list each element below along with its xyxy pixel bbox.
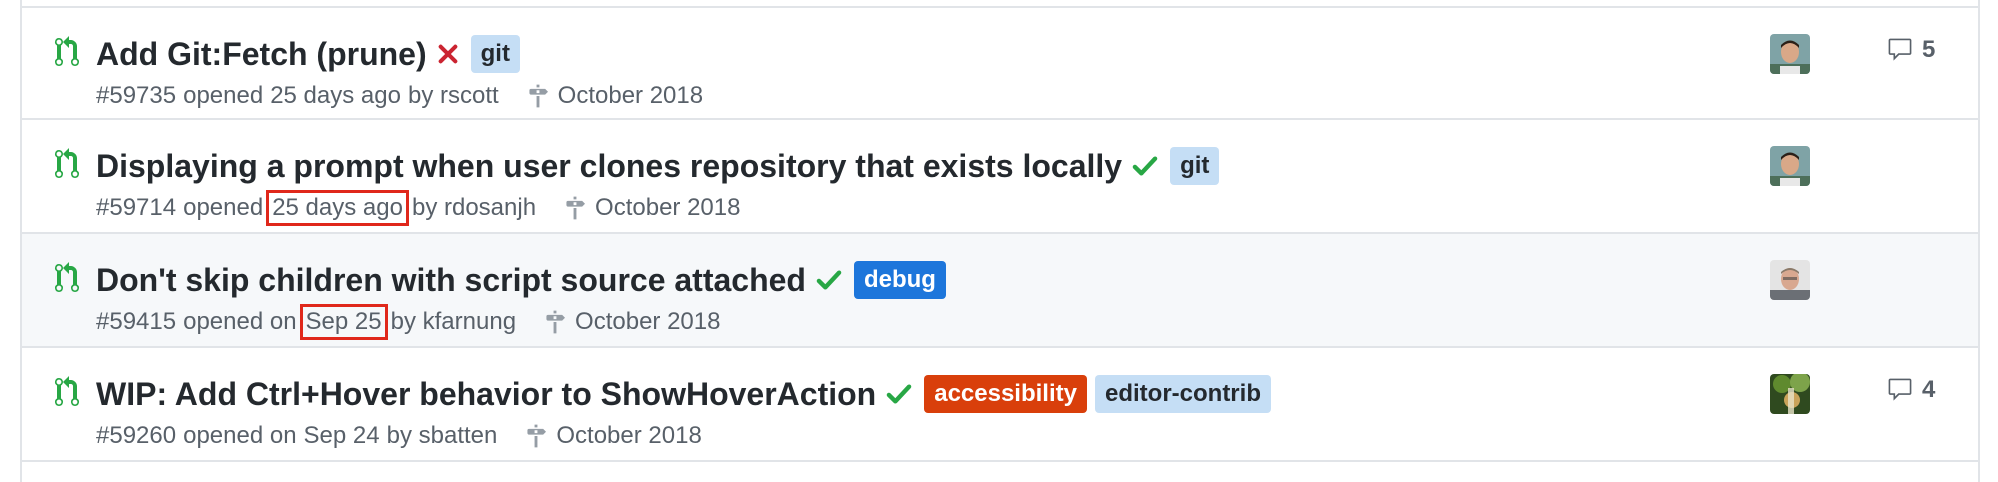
ci-success-icon[interactable]: [886, 383, 912, 405]
pr-author[interactable]: by kfarnung: [391, 308, 516, 336]
avatar[interactable]: [1770, 34, 1810, 74]
milestone-label: October 2018: [595, 194, 741, 221]
pr-author[interactable]: by rscott: [408, 82, 499, 110]
label-git[interactable]: git: [470, 35, 520, 73]
avatar[interactable]: [1770, 374, 1810, 414]
pull-request-icon: [55, 148, 79, 179]
milestone-icon: [546, 310, 566, 334]
ci-success-icon[interactable]: [1132, 155, 1158, 177]
comment-icon: [1888, 38, 1912, 61]
milestone-link[interactable]: October 2018: [526, 422, 702, 450]
milestone-icon: [527, 424, 547, 448]
pr-number: #59415: [96, 308, 177, 335]
pr-opened-text: opened: [183, 82, 264, 109]
pr-meta: #59415 opened on Sep 25 by kfarnung Octo…: [96, 304, 720, 340]
milestone-link[interactable]: October 2018: [565, 194, 740, 222]
avatar[interactable]: [1770, 260, 1810, 300]
pr-opened-time[interactable]: Sep 24: [304, 422, 380, 450]
pr-title-link[interactable]: Don't skip children with script source a…: [96, 262, 806, 299]
pr-row[interactable]: WIP: Add Ctrl+Hover behavior to ShowHove…: [22, 348, 1978, 462]
pull-request-icon: [55, 36, 79, 67]
milestone-label: October 2018: [557, 82, 704, 109]
comments-link[interactable]: 5: [1886, 36, 1935, 64]
pr-author[interactable]: by sbatten: [387, 422, 498, 450]
avatar[interactable]: [1770, 146, 1810, 186]
comments-link[interactable]: 4: [1886, 376, 1935, 404]
milestone-link[interactable]: October 2018: [545, 308, 720, 336]
milestone-label: October 2018: [575, 308, 721, 335]
pr-opened-time[interactable]: Sep 25: [299, 304, 388, 340]
pr-number: #59735: [96, 82, 177, 109]
pr-opened-time[interactable]: 25 days ago: [266, 190, 409, 226]
pull-request-list: Add Git:Fetch (prune) git #59735 opened …: [20, 0, 1980, 482]
label-git[interactable]: git: [1170, 147, 1220, 185]
milestone-icon: [566, 196, 586, 220]
pr-title-link[interactable]: Add Git:Fetch (prune): [96, 36, 427, 73]
ci-success-icon[interactable]: [816, 269, 842, 291]
pr-meta: #59735 opened 25 days ago by rscott Octo…: [96, 82, 703, 110]
pr-title-link[interactable]: Displaying a prompt when user clones rep…: [96, 148, 1122, 185]
pull-request-icon: [55, 262, 79, 292]
pull-request-icon: [55, 376, 79, 406]
pr-opened-text: opened: [183, 194, 264, 221]
label-editor-contrib[interactable]: editor-contrib: [1094, 375, 1271, 413]
pr-number: #59260: [96, 422, 177, 449]
pr-author[interactable]: by rdosanjh: [412, 194, 536, 222]
comment-count: 5: [1922, 36, 1936, 63]
pr-row[interactable]: Displaying a prompt when user clones rep…: [22, 120, 1978, 234]
comment-count: 4: [1922, 376, 1936, 403]
comment-icon: [1888, 378, 1912, 401]
label-debug[interactable]: debug: [853, 261, 946, 299]
pr-number: #59714: [96, 194, 177, 221]
pr-opened-text: opened on: [183, 422, 297, 449]
pr-title-link[interactable]: WIP: Add Ctrl+Hover behavior to ShowHove…: [96, 376, 876, 413]
pr-row[interactable]: Add Git:Fetch (prune) git #59735 opened …: [22, 6, 1978, 120]
milestone-link[interactable]: October 2018: [528, 82, 703, 110]
pr-meta: #59714 opened 25 days ago by rdosanjh Oc…: [96, 190, 740, 226]
pr-opened-text: opened on: [183, 308, 297, 335]
label-accessibility[interactable]: accessibility: [924, 375, 1087, 413]
ci-failure-icon[interactable]: [437, 43, 459, 65]
milestone-icon: [529, 84, 548, 108]
pr-opened-time[interactable]: 25 days ago: [270, 82, 401, 110]
pr-row[interactable]: Don't skip children with script source a…: [22, 234, 1978, 348]
milestone-label: October 2018: [556, 422, 702, 449]
pr-meta: #59260 opened on Sep 24 by sbatten Octob…: [96, 422, 702, 450]
